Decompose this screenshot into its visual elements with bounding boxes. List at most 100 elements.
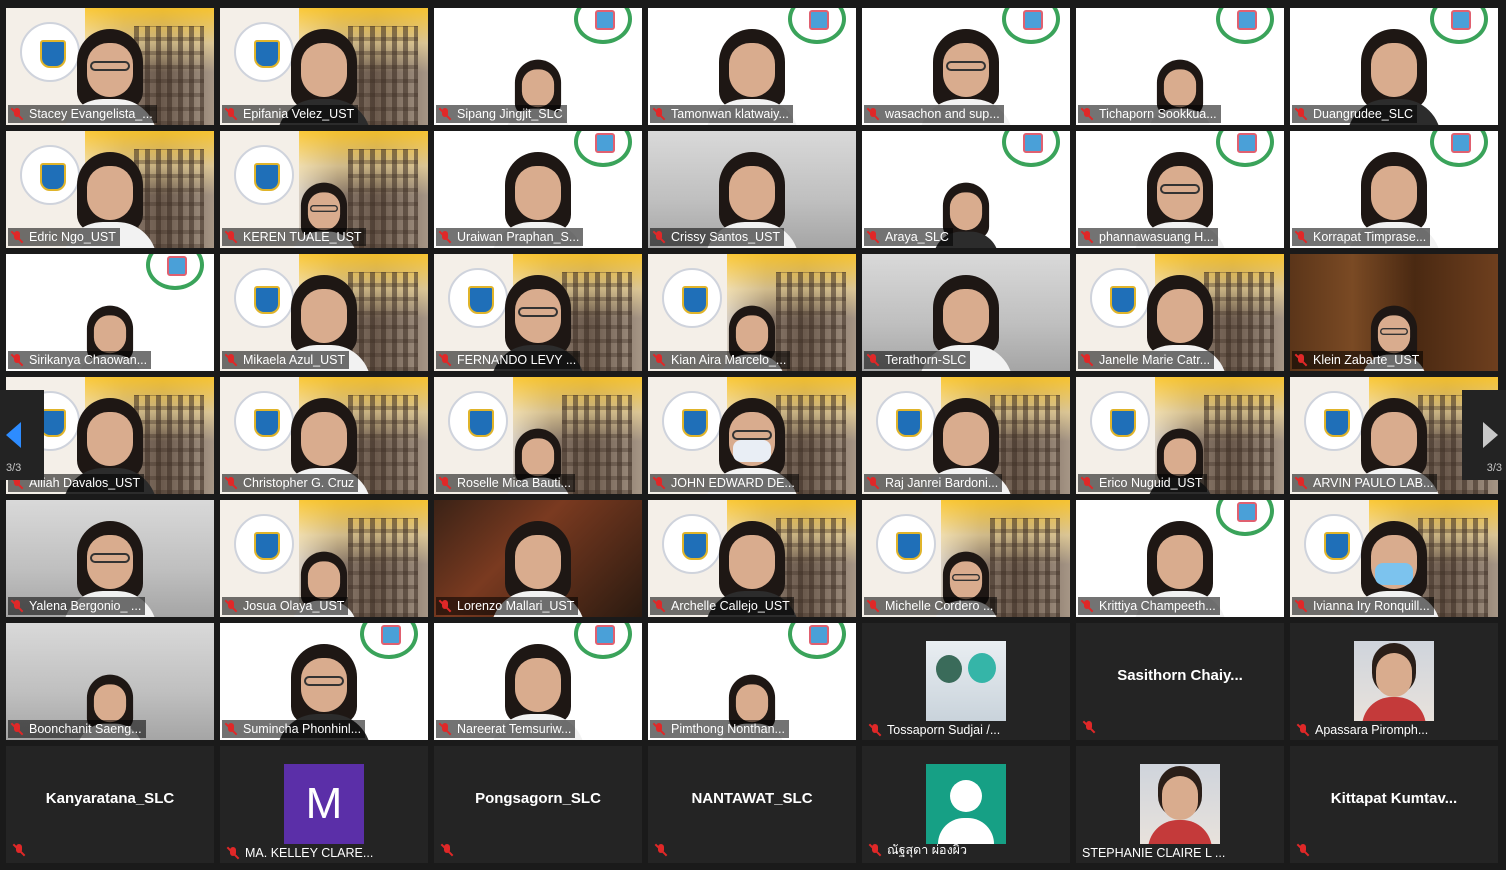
- muted-mic-icon: [866, 476, 880, 490]
- participant-tile[interactable]: Pongsagorn_SLC: [434, 746, 642, 863]
- participant-name-label: Tossaporn Sudjai /...: [868, 723, 1000, 737]
- participant-name-label: Lorenzo Mallari_UST: [436, 597, 579, 615]
- participant-tile[interactable]: Tichaporn Sookkua...: [1076, 8, 1284, 125]
- participant-name: Uraiwan Praphan_S...: [457, 230, 580, 244]
- participant-tile[interactable]: Nareerat Temsuriw...: [434, 623, 642, 740]
- participant-name: Pongsagorn_SLC: [475, 790, 601, 807]
- participant-tile[interactable]: JOHN EDWARD DE...: [648, 377, 856, 494]
- participant-name-label: Edric Ngo_UST: [8, 228, 120, 246]
- participant-tile[interactable]: Uraiwan Praphan_S...: [434, 131, 642, 248]
- participant-tile[interactable]: NANTAWAT_SLC: [648, 746, 856, 863]
- participant-tile[interactable]: Crissy Santos_UST: [648, 131, 856, 248]
- participant-name-label: Klein Zabarte_UST: [1292, 351, 1424, 369]
- participant-tile[interactable]: Kian Aira Marcelo_...: [648, 254, 856, 371]
- participant-tile[interactable]: Krittiya Champeeth...: [1076, 500, 1284, 617]
- participant-tile[interactable]: Kanyaratana_SLC: [6, 746, 214, 863]
- participant-tile[interactable]: wasachon and sup...: [862, 8, 1070, 125]
- participant-name-label: Michelle Cordero ...: [864, 597, 998, 615]
- chevron-left-icon: [6, 422, 21, 448]
- participant-tile[interactable]: STEPHANIE CLAIRE L ...: [1076, 746, 1284, 863]
- muted-mic-icon: [438, 353, 452, 367]
- participant-name-label: KEREN TUALE_UST: [222, 228, 366, 246]
- previous-page-button[interactable]: 3/3: [0, 390, 44, 480]
- participant-tile[interactable]: Pimthong Nonthan...: [648, 623, 856, 740]
- participant-name-label: Crissy Santos_UST: [650, 228, 785, 246]
- participant-name: Tamonwan klatwaiy...: [671, 107, 789, 121]
- participant-name: Krittiya Champeeth...: [1099, 599, 1216, 613]
- participant-name-label: Yalena Bergonio_ ...: [8, 597, 146, 615]
- participant-name: JOHN EDWARD DE...: [671, 476, 795, 490]
- participant-tile[interactable]: Korrapat Timprase...: [1290, 131, 1498, 248]
- participant-tile[interactable]: Christopher G. Cruz: [220, 377, 428, 494]
- participant-tile[interactable]: M MA. KELLEY CLARE...: [220, 746, 428, 863]
- participant-name-label: STEPHANIE CLAIRE L ...: [1082, 846, 1225, 860]
- participant-tile[interactable]: KEREN TUALE_UST: [220, 131, 428, 248]
- muted-mic-icon: [1296, 843, 1310, 857]
- avatar: [926, 641, 1006, 721]
- participant-tile[interactable]: Araya_SLC: [862, 131, 1070, 248]
- participant-tile[interactable]: Mikaela Azul_UST: [220, 254, 428, 371]
- participant-tile[interactable]: Boonchanit Saeng...: [6, 623, 214, 740]
- participant-tile[interactable]: phannawasuang H...: [1076, 131, 1284, 248]
- chevron-right-icon: [1483, 422, 1498, 448]
- participant-tile[interactable]: Janelle Marie Catr...: [1076, 254, 1284, 371]
- participant-name: Boonchanit Saeng...: [29, 722, 142, 736]
- participant-tile[interactable]: Lorenzo Mallari_UST: [434, 500, 642, 617]
- participant-name-label: Terathorn-SLC: [864, 351, 971, 369]
- participant-tile[interactable]: Stacey Evangelista_...: [6, 8, 214, 125]
- participant-tile[interactable]: Ivianna Iry Ronquill...: [1290, 500, 1498, 617]
- muted-mic-icon: [224, 722, 238, 736]
- participant-name-label: Sumincha Phonhinl...: [222, 720, 366, 738]
- participant-tile[interactable]: Erico Nuguid_UST: [1076, 377, 1284, 494]
- muted-mic-icon: [1294, 353, 1308, 367]
- participant-name: STEPHANIE CLAIRE L ...: [1082, 846, 1226, 860]
- participant-name-label: MA. KELLEY CLARE...: [226, 846, 373, 860]
- participant-name: Sumincha Phonhinl...: [243, 722, 362, 736]
- participant-tile[interactable]: Josua Olaya_UST: [220, 500, 428, 617]
- muted-mic-icon: [868, 843, 882, 857]
- participant-tile[interactable]: Yalena Bergonio_ ...: [6, 500, 214, 617]
- university-seal-icon: [662, 268, 722, 328]
- participant-name: Kittapat Kumtav...: [1330, 790, 1458, 807]
- muted-mic-icon: [652, 107, 666, 121]
- participant-tile[interactable]: Archelle Callejo_UST: [648, 500, 856, 617]
- participant-name: Roselle Mica Bauti...: [457, 476, 571, 490]
- participant-name: Archelle Callejo_UST: [671, 599, 790, 613]
- participant-tile[interactable]: Sipang Jingjit_SLC: [434, 8, 642, 125]
- participant-tile[interactable]: FERNANDO LEVY ...: [434, 254, 642, 371]
- muted-mic-icon: [868, 723, 882, 737]
- participant-name-label: Josua Olaya_UST: [222, 597, 349, 615]
- participant-tile[interactable]: Epifania Velez_UST: [220, 8, 428, 125]
- participant-tile[interactable]: Tamonwan klatwaiy...: [648, 8, 856, 125]
- participant-tile[interactable]: Michelle Cordero ...: [862, 500, 1070, 617]
- participant-tile[interactable]: Apassara Piromph...: [1290, 623, 1498, 740]
- participant-name-label: Tamonwan klatwaiy...: [650, 105, 793, 123]
- participant-name-label: Uraiwan Praphan_S...: [436, 228, 584, 246]
- muted-mic-icon: [438, 722, 452, 736]
- participant-tile[interactable]: Sumincha Phonhinl...: [220, 623, 428, 740]
- university-seal-icon: [234, 514, 294, 574]
- participant-tile[interactable]: Klein Zabarte_UST: [1290, 254, 1498, 371]
- participant-name: NANTAWAT_SLC: [691, 790, 813, 807]
- participant-tile[interactable]: Terathorn-SLC: [862, 254, 1070, 371]
- participant-name-label: JOHN EDWARD DE...: [650, 474, 799, 492]
- participant-tile[interactable]: Edric Ngo_UST: [6, 131, 214, 248]
- participant-tile[interactable]: Roselle Mica Bauti...: [434, 377, 642, 494]
- participant-tile[interactable]: Sasithorn Chaiy...: [1076, 623, 1284, 740]
- participant-name: Kanyaratana_SLC: [45, 790, 175, 807]
- participant-name: Tossaporn Sudjai /...: [887, 723, 1001, 737]
- avatar: [1354, 641, 1434, 721]
- participant-tile[interactable]: ณัฐสุดา ผ่องผิว: [862, 746, 1070, 863]
- participant-name: phannawasuang H...: [1099, 230, 1214, 244]
- participant-tile[interactable]: Duangrudee_SLC: [1290, 8, 1498, 125]
- participant-tile[interactable]: Tossaporn Sudjai /...: [862, 623, 1070, 740]
- participant-tile[interactable]: Raj Janrei Bardoni...: [862, 377, 1070, 494]
- participant-tile[interactable]: Kittapat Kumtav...: [1290, 746, 1498, 863]
- muted-mic-icon: [224, 599, 238, 613]
- muted-mic-icon: [652, 353, 666, 367]
- participant-name-label: wasachon and sup...: [864, 105, 1004, 123]
- muted-mic-icon: [224, 353, 238, 367]
- muted-mic-icon: [1080, 476, 1094, 490]
- next-page-button[interactable]: 3/3: [1462, 390, 1506, 480]
- participant-tile[interactable]: Sirikanya Chaowan...: [6, 254, 214, 371]
